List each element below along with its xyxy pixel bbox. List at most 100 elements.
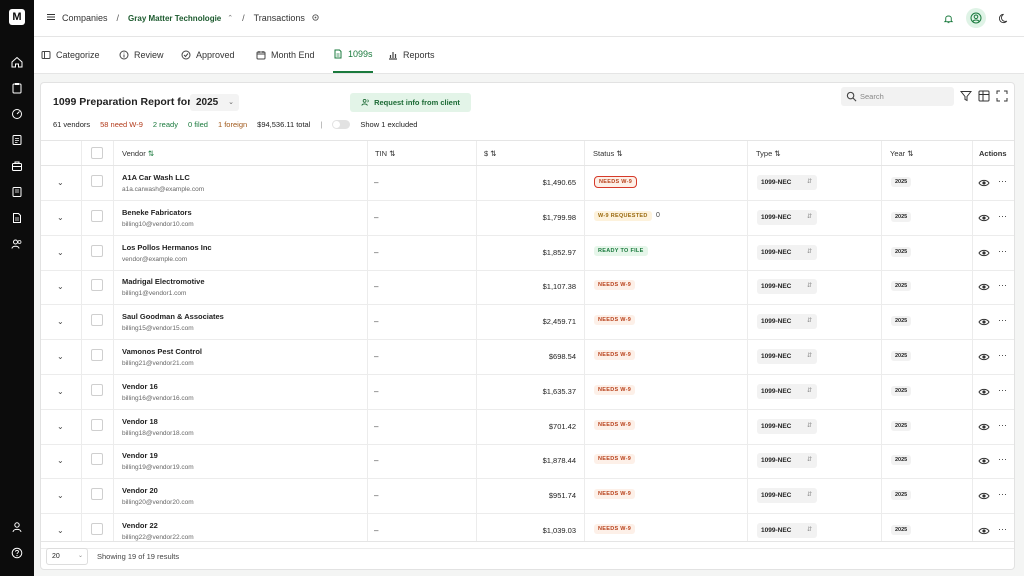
expand-row-chevron-icon[interactable]: ⌄ bbox=[57, 317, 64, 326]
form-type-select[interactable]: 1099-NEC ⇵ bbox=[757, 279, 817, 295]
row-checkbox[interactable] bbox=[91, 383, 103, 396]
eye-icon[interactable] bbox=[978, 490, 990, 502]
gauge-icon[interactable] bbox=[9, 106, 25, 122]
eye-icon[interactable] bbox=[978, 525, 990, 537]
vendor-name[interactable]: A1A Car Wash LLC bbox=[122, 173, 190, 182]
column-vendor[interactable]: Vendor ⇅ bbox=[122, 141, 154, 166]
eye-icon[interactable] bbox=[978, 281, 990, 293]
app-logo[interactable]: M bbox=[9, 9, 25, 25]
form-type-select[interactable]: 1099-NEC ⇵ bbox=[757, 453, 817, 469]
row-checkbox[interactable] bbox=[91, 209, 103, 222]
eye-icon[interactable] bbox=[978, 177, 990, 189]
tab-review[interactable]: Review bbox=[119, 37, 164, 73]
expand-row-chevron-icon[interactable]: ⌄ bbox=[57, 213, 64, 222]
select-all-checkbox[interactable] bbox=[91, 147, 103, 159]
expand-row-chevron-icon[interactable]: ⌄ bbox=[57, 178, 64, 187]
chevron-updown-icon[interactable]: ⌃ bbox=[227, 14, 233, 22]
vendor-name[interactable]: Vendor 16 bbox=[122, 382, 158, 391]
form-type-select[interactable]: 1099-NEC ⇵ bbox=[757, 418, 817, 434]
vendor-name[interactable]: Vendor 20 bbox=[122, 486, 158, 495]
form-type-select[interactable]: 1099-NEC ⇵ bbox=[757, 209, 817, 225]
form-type-select[interactable]: 1099-NEC ⇵ bbox=[757, 244, 817, 260]
table-row[interactable]: ⌄ A1A Car Wash LLC a1a.carwash@example.com… bbox=[41, 166, 1014, 201]
breadcrumb-company[interactable]: Gray Matter Technologie bbox=[128, 14, 221, 23]
row-checkbox[interactable] bbox=[91, 279, 103, 292]
ledger-icon[interactable] bbox=[9, 132, 25, 148]
eye-icon[interactable] bbox=[978, 212, 990, 224]
vendor-name[interactable]: Vendor 22 bbox=[122, 521, 158, 530]
expand-row-chevron-icon[interactable]: ⌄ bbox=[57, 456, 64, 465]
avatar[interactable] bbox=[966, 8, 986, 28]
vendor-name[interactable]: Vendor 18 bbox=[122, 417, 158, 426]
home-icon[interactable] bbox=[9, 54, 25, 70]
expand-row-chevron-icon[interactable]: ⌄ bbox=[57, 526, 64, 535]
more-actions-icon[interactable]: ⋯ bbox=[998, 246, 1008, 257]
gear-icon[interactable] bbox=[311, 13, 320, 24]
row-checkbox[interactable] bbox=[91, 453, 103, 466]
bell-icon[interactable] bbox=[938, 8, 958, 28]
more-actions-icon[interactable]: ⋯ bbox=[998, 350, 1008, 361]
clipboard-icon[interactable] bbox=[9, 80, 25, 96]
search-input[interactable]: Search bbox=[841, 87, 954, 106]
form-type-select[interactable]: 1099-NEC ⇵ bbox=[757, 349, 817, 364]
row-checkbox[interactable] bbox=[91, 175, 103, 187]
users-icon[interactable] bbox=[9, 236, 25, 252]
tab-month-end[interactable]: Month End bbox=[256, 37, 315, 73]
eye-icon[interactable] bbox=[978, 421, 990, 433]
expand-row-chevron-icon[interactable]: ⌄ bbox=[57, 491, 64, 500]
table-row[interactable]: ⌄ Madrigal Electromotive billing1@vendor1.… bbox=[41, 270, 1014, 306]
table-row[interactable]: ⌄ Vendor 16 billing16@vendor16.com – $1,635.… bbox=[41, 375, 1014, 410]
form-type-select[interactable]: 1099-NEC ⇵ bbox=[757, 175, 817, 190]
more-actions-icon[interactable]: ⋯ bbox=[998, 176, 1008, 187]
table-row[interactable]: ⌄ Vendor 19 billing19@vendor19.com – $1,878.… bbox=[41, 444, 1014, 480]
breadcrumb-companies[interactable]: Companies bbox=[62, 13, 108, 23]
vendor-name[interactable]: Madrigal Electromotive bbox=[122, 277, 205, 286]
column-amount[interactable]: $ ⇅ bbox=[484, 141, 497, 166]
vendor-name[interactable]: Los Pollos Hermanos Inc bbox=[122, 243, 212, 252]
row-checkbox[interactable] bbox=[91, 488, 103, 501]
row-checkbox[interactable] bbox=[91, 244, 103, 257]
dark-mode-icon[interactable] bbox=[994, 8, 1014, 28]
expand-row-chevron-icon[interactable]: ⌄ bbox=[57, 352, 64, 361]
column-type[interactable]: Type ⇅ bbox=[756, 141, 781, 166]
column-year[interactable]: Year ⇅ bbox=[890, 141, 914, 166]
expand-row-chevron-icon[interactable]: ⌄ bbox=[57, 422, 64, 431]
table-row[interactable]: ⌄ Beneke Fabricators billing10@vendor10.co… bbox=[41, 201, 1014, 236]
vendor-name[interactable]: Saul Goodman & Associates bbox=[122, 312, 224, 321]
tab-approved[interactable]: Approved bbox=[181, 37, 235, 73]
table-row[interactable]: ⌄ Vendor 20 billing20@vendor20.com – $951.74… bbox=[41, 479, 1014, 515]
menu-icon[interactable] bbox=[46, 12, 56, 24]
tab-reports[interactable]: Reports bbox=[388, 37, 435, 73]
breadcrumb-current[interactable]: Transactions bbox=[254, 13, 305, 23]
more-actions-icon[interactable]: ⋯ bbox=[998, 420, 1008, 431]
expand-row-chevron-icon[interactable]: ⌄ bbox=[57, 387, 64, 396]
more-actions-icon[interactable]: ⋯ bbox=[998, 211, 1008, 222]
more-actions-icon[interactable]: ⋯ bbox=[998, 315, 1008, 326]
show-excluded-toggle[interactable] bbox=[332, 120, 351, 129]
vendor-name[interactable]: Vamonos Pest Control bbox=[122, 347, 202, 356]
form-type-select[interactable]: 1099-NEC ⇵ bbox=[757, 488, 817, 504]
row-checkbox[interactable] bbox=[91, 349, 103, 361]
eye-icon[interactable] bbox=[978, 386, 990, 398]
more-actions-icon[interactable]: ⋯ bbox=[998, 280, 1008, 291]
form-type-select[interactable]: 1099-NEC ⇵ bbox=[757, 383, 817, 399]
more-actions-icon[interactable]: ⋯ bbox=[998, 385, 1008, 396]
expand-row-chevron-icon[interactable]: ⌄ bbox=[57, 282, 64, 291]
briefcase-icon[interactable] bbox=[9, 158, 25, 174]
document-icon[interactable] bbox=[9, 210, 25, 226]
filter-icon[interactable] bbox=[960, 90, 972, 102]
row-checkbox[interactable] bbox=[91, 314, 103, 327]
vendor-name[interactable]: Vendor 19 bbox=[122, 451, 158, 460]
row-checkbox[interactable] bbox=[91, 523, 103, 535]
columns-icon[interactable] bbox=[978, 90, 990, 102]
tab-1099s[interactable]: 1099s bbox=[333, 37, 373, 73]
more-actions-icon[interactable]: ⋯ bbox=[998, 524, 1008, 535]
column-status[interactable]: Status ⇅ bbox=[593, 141, 623, 166]
form-type-select[interactable]: 1099-NEC ⇵ bbox=[757, 314, 817, 330]
vendor-name[interactable]: Beneke Fabricators bbox=[122, 208, 192, 217]
request-info-button[interactable]: Request info from client bbox=[350, 93, 471, 112]
more-actions-icon[interactable]: ⋯ bbox=[998, 489, 1008, 500]
user-profile-icon[interactable] bbox=[9, 519, 25, 535]
help-icon[interactable] bbox=[9, 545, 25, 561]
eye-icon[interactable] bbox=[978, 316, 990, 328]
